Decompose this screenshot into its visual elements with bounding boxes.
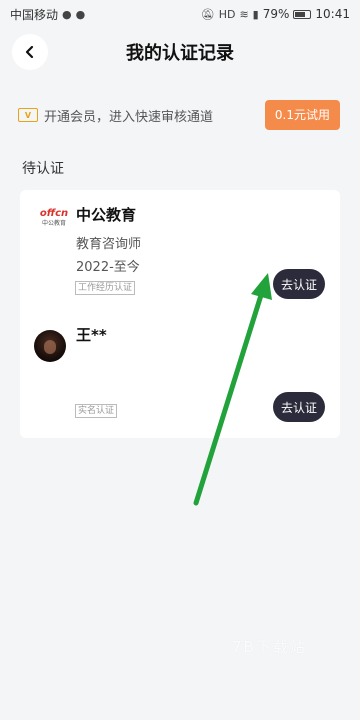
signal-icon: ▮: [252, 7, 259, 21]
status-left: 中国移动 ● ●: [10, 6, 85, 23]
org-logo: offcn 中公教育: [36, 208, 72, 234]
battery-icon: [293, 9, 312, 19]
record-item: offcn 中公教育 中公教育 教育咨询师 2022-至今 工作经历认证 去认证: [20, 200, 340, 310]
record-item: 王** 实名认证 去认证: [20, 320, 340, 430]
record-name: 中公教育: [76, 206, 137, 224]
avatar: [34, 330, 66, 362]
section-title: 待认证: [22, 161, 64, 177]
verify-button[interactable]: 去认证: [273, 269, 325, 299]
vip-banner[interactable]: V 开通会员，进入快速审核通道 0.1元试用: [0, 98, 360, 132]
pending-records-card: offcn 中公教育 中公教育 教育咨询师 2022-至今 工作经历认证 去认证…: [20, 190, 340, 438]
status-bar: 中国移动 ● ● 🔕︎ HD ≋ ▮ 79% 10:41: [0, 0, 360, 28]
page-title: 我的认证记录: [126, 43, 234, 64]
verify-button[interactable]: 去认证: [273, 392, 325, 422]
watermark: 7B下载站: [232, 638, 307, 656]
record-tag: 实名认证: [75, 404, 118, 418]
vip-trial-button[interactable]: 0.1元试用: [264, 100, 340, 130]
logo-mark: offcn: [39, 208, 69, 219]
record-position: 教育咨询师: [76, 237, 142, 252]
wifi-icon: ≋: [239, 7, 249, 21]
vip-card-icon: V: [18, 108, 38, 122]
mute-icon: 🔕︎: [200, 7, 215, 21]
record-tag: 工作经历认证: [75, 281, 136, 295]
record-period: 2022-至今: [76, 260, 140, 275]
status-right: 🔕︎ HD ≋ ▮ 79% 10:41: [201, 7, 350, 21]
back-button[interactable]: [12, 34, 48, 70]
carrier-label: 中国移动: [10, 7, 59, 22]
hd-icon: HD: [218, 7, 236, 21]
vip-banner-text: 开通会员，进入快速审核通道: [44, 109, 214, 125]
chevron-left-icon: [25, 45, 34, 59]
logo-caption: 中公教育: [41, 220, 66, 227]
nav-bar: 我的认证记录: [0, 28, 360, 76]
wechat-icon: ●: [62, 7, 72, 21]
record-name: 王**: [76, 326, 107, 344]
clock: 10:41: [315, 7, 350, 21]
message-icon: ●: [75, 7, 86, 21]
battery-percent: 79%: [262, 7, 290, 21]
